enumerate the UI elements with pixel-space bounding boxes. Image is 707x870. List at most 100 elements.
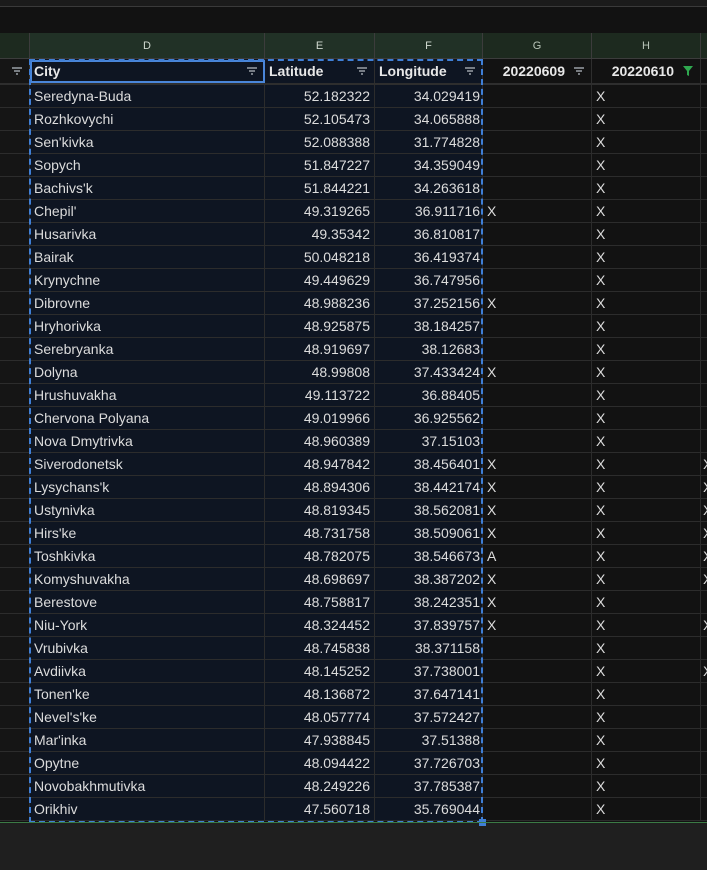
latitude-cell[interactable]: 48.919697 <box>265 338 375 360</box>
city-cell[interactable]: Seredyna-Buda <box>30 85 265 107</box>
date-20220609-cell[interactable]: X <box>483 476 592 498</box>
column-i-cell[interactable]: X <box>701 453 707 475</box>
date-20220610-cell[interactable]: X <box>592 177 701 199</box>
longitude-cell[interactable]: 34.359049 <box>375 154 483 176</box>
longitude-cell[interactable]: 37.726703 <box>375 752 483 774</box>
city-cell[interactable]: Komyshuvakha <box>30 568 265 590</box>
latitude-cell[interactable]: 48.057774 <box>265 706 375 728</box>
column-i-cell[interactable]: X <box>701 568 707 590</box>
longitude-cell[interactable]: 38.456401 <box>375 453 483 475</box>
column-i-cell[interactable] <box>701 729 707 751</box>
date-20220610-cell[interactable]: X <box>592 85 701 107</box>
date-20220610-cell[interactable]: X <box>592 453 701 475</box>
date-20220609-cell[interactable] <box>483 223 592 245</box>
date-20220610-cell[interactable]: X <box>592 614 701 636</box>
longitude-cell[interactable]: 38.562081 <box>375 499 483 521</box>
header-cell-c[interactable] <box>0 59 30 83</box>
row-gutter-cell[interactable] <box>0 85 30 107</box>
longitude-cell[interactable]: 38.546673 <box>375 545 483 567</box>
header-cell-latitude[interactable]: Latitude <box>265 59 375 83</box>
latitude-cell[interactable]: 48.947842 <box>265 453 375 475</box>
longitude-cell[interactable]: 37.252156 <box>375 292 483 314</box>
header-cell-i[interactable] <box>701 59 707 83</box>
longitude-cell[interactable]: 37.15103 <box>375 430 483 452</box>
date-20220609-cell[interactable]: X <box>483 522 592 544</box>
row-gutter-cell[interactable] <box>0 637 30 659</box>
latitude-cell[interactable]: 49.113722 <box>265 384 375 406</box>
row-gutter-cell[interactable] <box>0 729 30 751</box>
longitude-cell[interactable]: 34.065888 <box>375 108 483 130</box>
date-20220609-cell[interactable]: X <box>483 453 592 475</box>
column-i-cell[interactable]: X <box>701 522 707 544</box>
row-gutter-cell[interactable] <box>0 131 30 153</box>
city-cell[interactable]: Berestove <box>30 591 265 613</box>
longitude-cell[interactable]: 38.442174 <box>375 476 483 498</box>
longitude-cell[interactable]: 38.387202 <box>375 568 483 590</box>
column-i-cell[interactable] <box>701 154 707 176</box>
latitude-cell[interactable]: 48.136872 <box>265 683 375 705</box>
longitude-cell[interactable]: 36.911716 <box>375 200 483 222</box>
latitude-cell[interactable]: 48.249226 <box>265 775 375 797</box>
column-i-cell[interactable] <box>701 752 707 774</box>
date-20220609-cell[interactable] <box>483 683 592 705</box>
column-i-cell[interactable]: X <box>701 476 707 498</box>
city-cell[interactable]: Toshkivka <box>30 545 265 567</box>
header-cell-city[interactable]: City <box>30 59 265 83</box>
date-20220610-cell[interactable]: X <box>592 545 701 567</box>
row-gutter-cell[interactable] <box>0 407 30 429</box>
city-cell[interactable]: Vrubivka <box>30 637 265 659</box>
city-cell[interactable]: Sopych <box>30 154 265 176</box>
row-gutter-cell[interactable] <box>0 499 30 521</box>
filter-icon[interactable] <box>573 65 585 77</box>
date-20220610-cell[interactable]: X <box>592 361 701 383</box>
column-i-cell[interactable] <box>701 798 707 820</box>
row-gutter-cell[interactable] <box>0 660 30 682</box>
longitude-cell[interactable]: 37.647141 <box>375 683 483 705</box>
date-20220609-cell[interactable] <box>483 315 592 337</box>
date-20220610-cell[interactable]: X <box>592 269 701 291</box>
date-20220609-cell[interactable] <box>483 154 592 176</box>
row-gutter-cell[interactable] <box>0 177 30 199</box>
city-cell[interactable]: Ustynivka <box>30 499 265 521</box>
longitude-cell[interactable]: 37.433424 <box>375 361 483 383</box>
longitude-cell[interactable]: 38.184257 <box>375 315 483 337</box>
row-gutter-cell[interactable] <box>0 315 30 337</box>
row-gutter-cell[interactable] <box>0 522 30 544</box>
column-i-cell[interactable] <box>701 361 707 383</box>
latitude-cell[interactable]: 52.088388 <box>265 131 375 153</box>
row-gutter-cell[interactable] <box>0 706 30 728</box>
row-gutter-cell[interactable] <box>0 568 30 590</box>
row-gutter-cell[interactable] <box>0 384 30 406</box>
date-20220610-cell[interactable]: X <box>592 683 701 705</box>
column-i-cell[interactable] <box>701 177 707 199</box>
column-i-cell[interactable]: X <box>701 499 707 521</box>
latitude-cell[interactable]: 48.145252 <box>265 660 375 682</box>
longitude-cell[interactable]: 38.12683 <box>375 338 483 360</box>
city-cell[interactable]: Orikhiv <box>30 798 265 820</box>
column-i-cell[interactable] <box>701 292 707 314</box>
city-cell[interactable]: Novobakhmutivka <box>30 775 265 797</box>
city-cell[interactable]: Avdiivka <box>30 660 265 682</box>
row-gutter-cell[interactable] <box>0 361 30 383</box>
date-20220610-cell[interactable]: X <box>592 384 701 406</box>
date-20220610-cell[interactable]: X <box>592 476 701 498</box>
column-i-cell[interactable] <box>701 223 707 245</box>
latitude-cell[interactable]: 48.782075 <box>265 545 375 567</box>
row-gutter-cell[interactable] <box>0 476 30 498</box>
latitude-cell[interactable]: 51.847227 <box>265 154 375 176</box>
row-gutter-cell[interactable] <box>0 108 30 130</box>
column-i-cell[interactable]: X <box>701 614 707 636</box>
date-20220609-cell[interactable]: X <box>483 614 592 636</box>
city-cell[interactable]: Chervona Polyana <box>30 407 265 429</box>
column-i-cell[interactable] <box>701 108 707 130</box>
city-cell[interactable]: Dolyna <box>30 361 265 383</box>
date-20220610-cell[interactable]: X <box>592 315 701 337</box>
latitude-cell[interactable]: 48.99808 <box>265 361 375 383</box>
column-i-cell[interactable] <box>701 315 707 337</box>
latitude-cell[interactable]: 47.938845 <box>265 729 375 751</box>
column-i-cell[interactable] <box>701 407 707 429</box>
date-20220609-cell[interactable] <box>483 660 592 682</box>
city-cell[interactable]: Bairak <box>30 246 265 268</box>
date-20220609-cell[interactable] <box>483 269 592 291</box>
latitude-cell[interactable]: 48.960389 <box>265 430 375 452</box>
